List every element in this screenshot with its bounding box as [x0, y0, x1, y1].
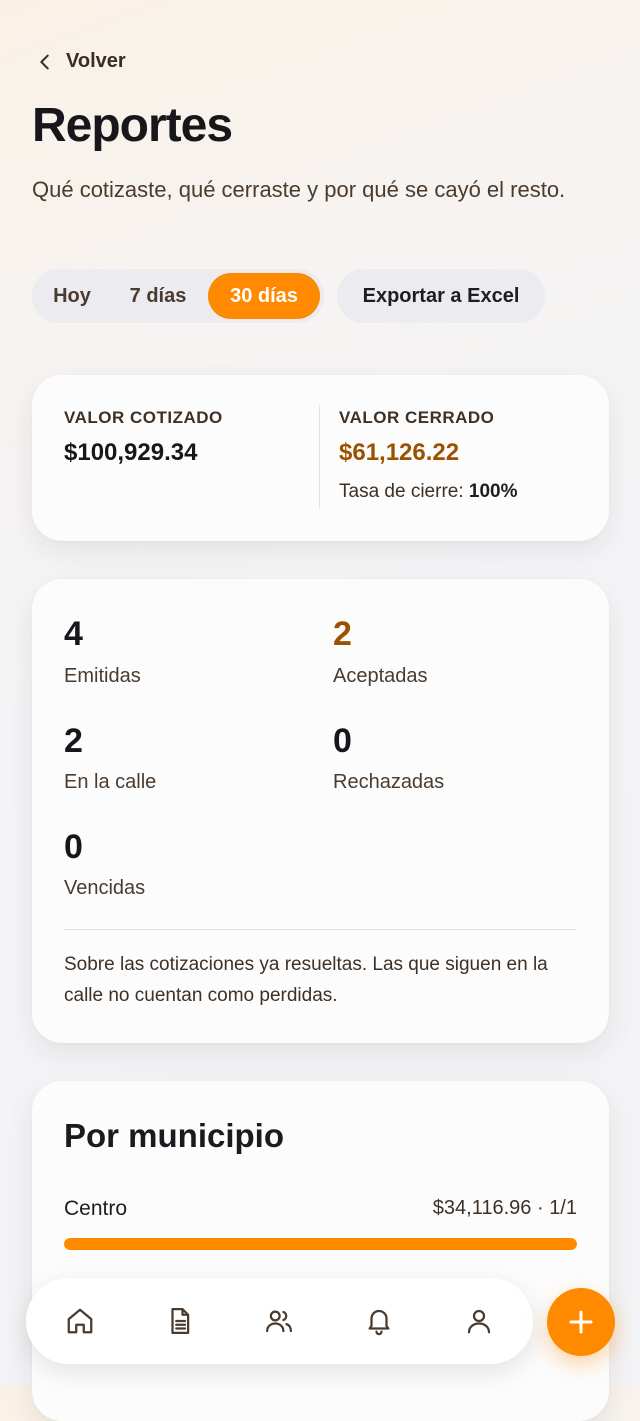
stats-divider	[64, 929, 577, 930]
municipio-separator: ·	[536, 1197, 544, 1219]
home-icon	[67, 1308, 93, 1334]
quoted-value-label: VALOR COTIZADO	[64, 408, 223, 427]
period-30-days-button[interactable]: 30 días	[208, 273, 320, 319]
back-label: Volver	[66, 50, 126, 72]
page-subtitle: Qué cotizaste, qué cerraste y por qué se…	[32, 177, 566, 202]
stats-card: 4 Emitidas 2 Aceptadas 2 En la calle 0 R…	[32, 579, 609, 1043]
rejected-count: 0	[333, 722, 352, 760]
closed-value-amount: $61,126.22	[339, 439, 460, 466]
nav-home-button[interactable]	[50, 1291, 110, 1351]
close-rate-value: 100%	[468, 481, 518, 502]
period-today-button[interactable]: Hoy	[36, 273, 108, 319]
issued-label: Emitidas	[64, 665, 141, 687]
municipio-card: Por municipio Centro $34,116.96 · 1/1	[32, 1081, 609, 1421]
nav-notifications-button[interactable]	[349, 1291, 409, 1351]
municipio-name: Centro	[64, 1197, 128, 1220]
municipio-progress-track	[64, 1238, 577, 1250]
bottom-nav	[26, 1278, 533, 1364]
period-7-days-button[interactable]: 7 días	[108, 273, 208, 319]
profile-icon	[467, 1309, 491, 1334]
accepted-count: 2	[333, 615, 352, 653]
export-excel-button[interactable]: Exportar a Excel	[337, 269, 545, 323]
pending-label: En la calle	[64, 771, 157, 793]
quoted-value-amount: $100,929.34	[64, 439, 198, 466]
expired-count: 0	[64, 828, 83, 866]
close-rate: Tasa de cierre: 100%	[339, 481, 518, 503]
chevron-left-icon	[40, 54, 49, 69]
municipio-ratio: 1/1	[549, 1197, 577, 1219]
back-button[interactable]: Volver	[34, 50, 126, 73]
nav-clients-button[interactable]	[249, 1291, 309, 1351]
users-icon	[266, 1310, 293, 1333]
accepted-label: Aceptadas	[333, 665, 428, 687]
period-filter: Hoy 7 días 30 días	[32, 269, 324, 323]
summary-card: VALOR COTIZADO $100,929.34 VALOR CERRADO…	[32, 375, 609, 541]
close-rate-label: Tasa de cierre:	[339, 481, 464, 502]
municipio-section-title: Por municipio	[64, 1117, 285, 1154]
add-quote-button[interactable]	[547, 1288, 615, 1356]
expired-label: Vencidas	[64, 877, 146, 899]
municipio-amount: $34,116.96	[432, 1197, 532, 1219]
stats-note: Sobre las cotizaciones ya resueltas. Las…	[64, 954, 548, 1006]
summary-divider	[319, 405, 320, 509]
municipio-row[interactable]: Centro $34,116.96 · 1/1	[64, 1197, 577, 1221]
document-icon	[171, 1308, 189, 1334]
page-title: Reportes	[32, 99, 233, 152]
closed-value-label: VALOR CERRADO	[339, 408, 495, 427]
plus-icon	[569, 1310, 593, 1334]
nav-profile-button[interactable]	[449, 1291, 509, 1351]
municipio-progress-fill	[64, 1238, 577, 1250]
issued-count: 4	[64, 615, 83, 653]
pending-count: 2	[64, 722, 83, 760]
bell-icon	[368, 1309, 390, 1336]
municipio-value: $34,116.96 · 1/1	[433, 1197, 577, 1221]
nav-quotes-button[interactable]	[150, 1291, 210, 1351]
rejected-label: Rechazadas	[333, 771, 445, 793]
